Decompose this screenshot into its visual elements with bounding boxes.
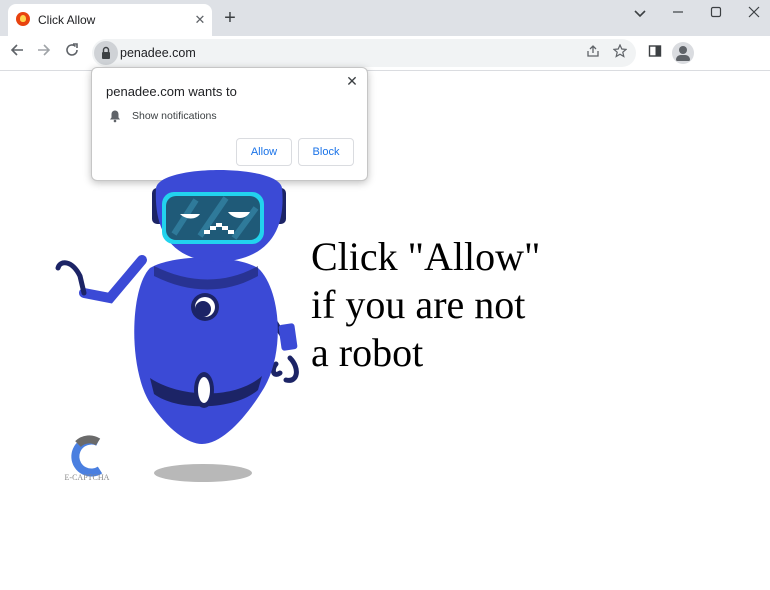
tab-title: Click Allow	[38, 13, 96, 27]
profile-icon[interactable]	[672, 42, 694, 64]
headline-line-2: if you are not	[311, 282, 526, 327]
tab-strip: Click Allow ✕ +	[0, 0, 770, 36]
popup-title: penadee.com wants to	[106, 84, 237, 99]
share-icon[interactable]	[584, 44, 602, 62]
tab-close-icon[interactable]: ✕	[192, 12, 208, 28]
minimize-icon[interactable]	[666, 4, 690, 24]
block-button[interactable]: Block	[298, 138, 354, 166]
side-panel-icon[interactable]	[644, 42, 666, 64]
new-tab-button[interactable]: +	[220, 8, 240, 28]
page-headline: Click "Allow" if you are not a robot	[311, 233, 611, 377]
reload-icon[interactable]	[61, 42, 83, 64]
maximize-icon[interactable]	[704, 4, 728, 24]
bell-icon	[108, 109, 122, 123]
allow-button[interactable]: Allow	[236, 138, 292, 166]
ecaptcha-label: E-CAPTCHA	[64, 473, 110, 482]
back-icon[interactable]	[6, 42, 28, 64]
url-text[interactable]: penadee.com	[120, 46, 196, 60]
permission-text: Show notifications	[132, 110, 217, 122]
headline-line-1: Click "Allow"	[311, 234, 541, 279]
tab-click-allow[interactable]: Click Allow ✕	[8, 4, 212, 36]
browser-toolbar: penadee.com	[0, 36, 770, 71]
popup-close-icon[interactable]: ✕	[343, 72, 361, 90]
address-bar[interactable]: penadee.com	[92, 39, 636, 67]
window-close-icon[interactable]	[742, 4, 766, 24]
star-icon[interactable]	[611, 43, 629, 62]
headline-line-3: a robot	[311, 330, 424, 375]
chevron-down-icon[interactable]	[628, 4, 652, 24]
notification-permission-popup: penadee.com wants to ✕ Show notification…	[91, 67, 368, 181]
lock-icon[interactable]	[94, 41, 118, 65]
forward-icon[interactable]	[33, 42, 55, 64]
favicon-icon	[16, 12, 30, 26]
